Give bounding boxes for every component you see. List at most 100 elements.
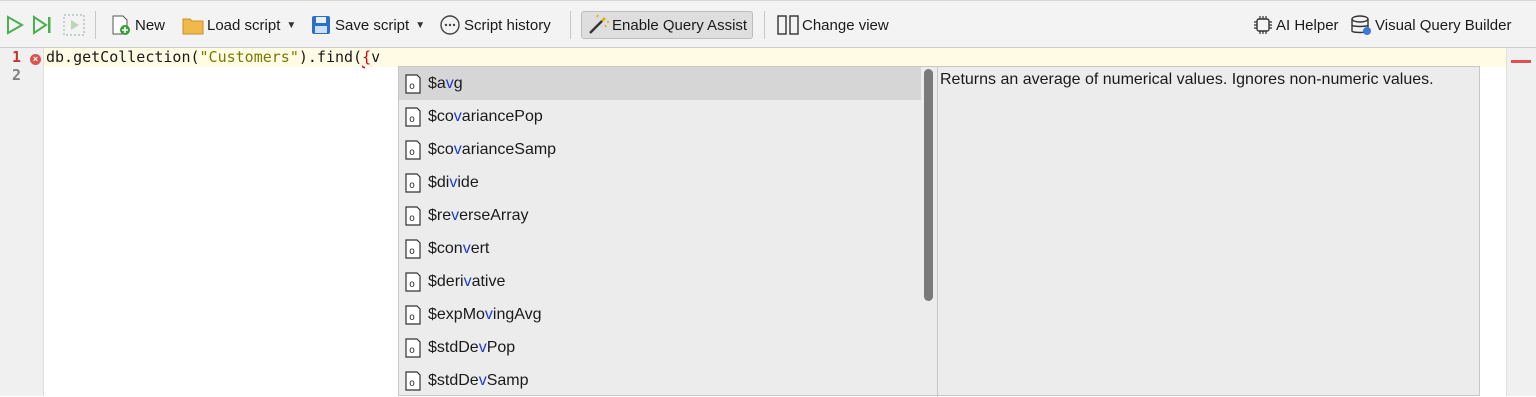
database-icon <box>1351 15 1371 35</box>
item-text: $co <box>428 107 454 125</box>
match-highlight: v <box>478 371 487 389</box>
run-selection-icon[interactable] <box>62 11 86 39</box>
match-highlight: v <box>484 305 493 323</box>
svg-text:o: o <box>409 114 415 125</box>
autocomplete-item[interactable]: o $avg <box>399 67 921 100</box>
new-label: New <box>135 16 166 34</box>
item-text: arianceSamp <box>461 140 557 158</box>
chevron-down-icon: ▼ <box>286 19 297 31</box>
item-text: erseArray <box>459 206 529 224</box>
match-highlight: v <box>453 107 462 125</box>
ai-helper-button[interactable]: AI Helper <box>1253 11 1339 39</box>
chip-icon <box>1254 16 1272 34</box>
autocomplete-popup: o $avg o $covariancePop o $covarianceSamp o $di… <box>398 66 1480 397</box>
svg-text:o: o <box>409 213 415 224</box>
visual-query-builder-button[interactable]: Visual Query Builder <box>1350 11 1511 39</box>
save-icon <box>312 16 330 34</box>
item-text: ingAvg <box>492 305 542 323</box>
autocomplete-item-label: $stdDevPop <box>428 339 515 357</box>
save-script-button[interactable]: Save script ▼ <box>311 11 425 39</box>
autocomplete-item-label: $covarianceSamp <box>428 141 556 159</box>
item-text: ative <box>471 272 506 290</box>
change-view-button[interactable]: Change view <box>777 11 889 39</box>
error-stripe <box>1506 48 1536 396</box>
operator-icon: o <box>405 238 421 259</box>
save-script-label: Save script <box>335 16 410 34</box>
svg-text:o: o <box>409 312 415 323</box>
completion-description: Returns an average of numerical values. … <box>940 71 1434 88</box>
svg-text:o: o <box>409 81 415 92</box>
operator-icon: o <box>405 304 421 325</box>
autocomplete-item[interactable]: o $derivative <box>399 265 921 298</box>
code-token: ).find( <box>298 48 363 66</box>
autocomplete-item[interactable]: o $stdDevSamp <box>399 364 921 397</box>
item-text: $deri <box>428 272 464 290</box>
code-string: "Customers" <box>199 48 299 66</box>
visual-query-builder-label: Visual Query Builder <box>1375 16 1512 34</box>
magic-wand-icon <box>589 14 609 34</box>
autocomplete-item[interactable]: o $stdDevPop <box>399 331 921 364</box>
item-text: $stdDe <box>428 338 479 356</box>
autocomplete-item[interactable]: o $divide <box>399 166 921 199</box>
run-icon[interactable] <box>6 11 24 39</box>
item-text: g <box>453 74 463 92</box>
toolbar: New Load script ▼ Save script ▼ Script h… <box>0 0 1536 48</box>
svg-text:o: o <box>409 378 415 389</box>
operator-icon: o <box>405 172 421 193</box>
autocomplete-item[interactable]: o $convert <box>399 232 921 265</box>
item-text: $di <box>428 173 450 191</box>
operator-icon: o <box>405 370 421 391</box>
load-script-label: Load script <box>207 16 281 34</box>
change-view-label: Change view <box>802 16 889 34</box>
match-highlight: v <box>478 338 487 356</box>
scrollbar-thumb[interactable] <box>924 69 933 301</box>
svg-text:o: o <box>409 246 415 257</box>
script-history-button[interactable]: Script history <box>439 11 551 39</box>
autocomplete-item-label: $divide <box>428 174 479 192</box>
item-text: $con <box>428 239 463 257</box>
operator-icon: o <box>405 106 421 127</box>
item-text: ert <box>470 239 490 257</box>
operator-icon: o <box>405 271 421 292</box>
operator-icon: o <box>405 337 421 358</box>
item-text: $stdDe <box>428 371 479 389</box>
code-brace: { <box>362 48 372 66</box>
split-view-icon <box>777 15 799 35</box>
match-highlight: v <box>463 272 472 290</box>
error-marker[interactable] <box>1511 60 1531 63</box>
enable-query-assist-label: Enable Query Assist <box>612 16 748 34</box>
item-text: ariancePop <box>461 107 543 125</box>
item-text: Samp <box>486 371 529 389</box>
svg-text:o: o <box>409 279 415 290</box>
load-script-button[interactable]: Load script ▼ <box>182 11 296 39</box>
popup-divider <box>937 67 938 397</box>
new-file-icon <box>112 15 130 35</box>
run-step-icon[interactable] <box>32 11 54 39</box>
history-icon <box>440 15 460 35</box>
autocomplete-item[interactable]: o $covarianceSamp <box>399 133 921 166</box>
match-highlight: v <box>453 140 462 158</box>
folder-icon <box>182 18 204 35</box>
autocomplete-list: o $avg o $covariancePop o $covarianceSamp o $di… <box>399 67 937 397</box>
script-history-label: Script history <box>464 16 551 34</box>
autocomplete-item[interactable]: o $covariancePop <box>399 100 921 133</box>
code-editor-line[interactable]: db.getCollection("Customers").find({v <box>46 48 380 67</box>
autocomplete-item-label: $derivative <box>428 273 505 291</box>
match-highlight: v <box>445 74 454 92</box>
autocomplete-item[interactable]: o $reverseArray <box>399 199 921 232</box>
autocomplete-item-label: $covariancePop <box>428 108 543 126</box>
new-button[interactable]: New <box>110 11 165 39</box>
autocomplete-item-label: $avg <box>428 75 463 93</box>
enable-query-assist-button[interactable]: Enable Query Assist <box>581 11 754 39</box>
code-token: db.getCollection( <box>46 48 200 66</box>
item-text: Pop <box>486 338 516 356</box>
svg-text:o: o <box>409 147 415 158</box>
autocomplete-item-label: $reverseArray <box>428 207 528 225</box>
match-highlight: v <box>451 206 460 224</box>
autocomplete-item-label: $expMovingAvg <box>428 306 542 324</box>
autocomplete-item[interactable]: o $expMovingAvg <box>399 298 921 331</box>
item-text: $a <box>428 74 446 92</box>
item-text: ide <box>457 173 479 191</box>
autocomplete-item-label: $stdDevSamp <box>428 372 529 390</box>
error-icon: × <box>30 54 41 65</box>
